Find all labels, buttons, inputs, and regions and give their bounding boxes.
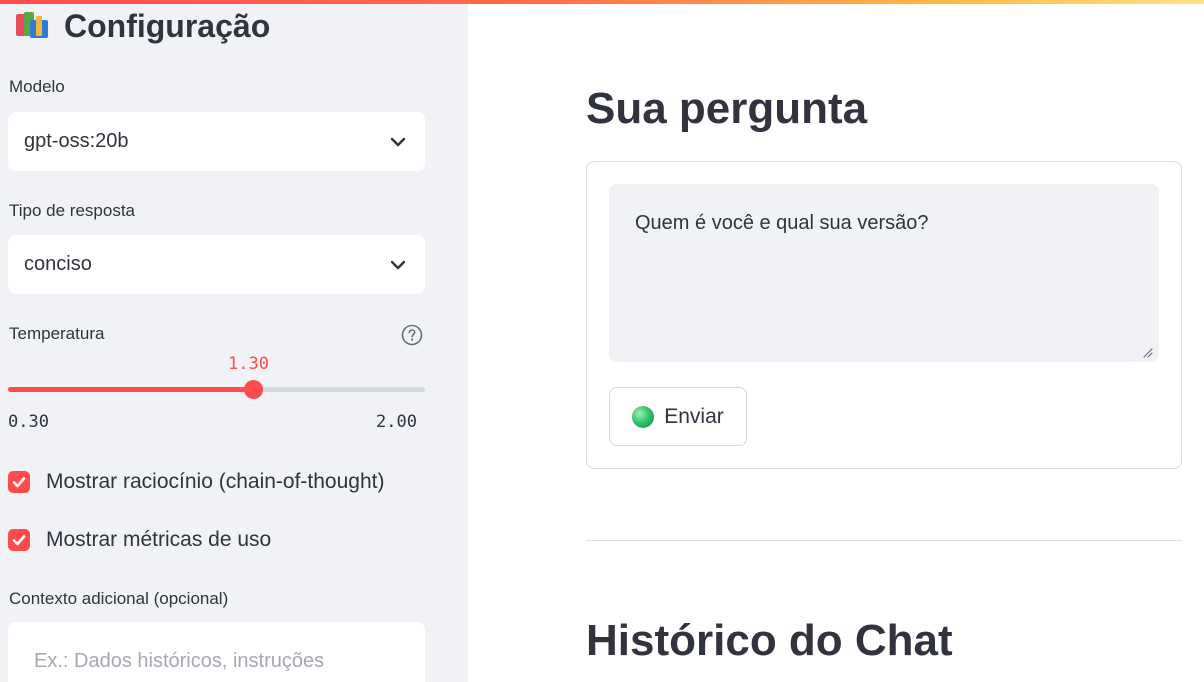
show-reasoning-checkbox[interactable]: Mostrar raciocínio (chain-of-thought)	[8, 470, 384, 494]
top-decoration-bar	[0, 0, 1204, 4]
checkmark-icon	[12, 535, 26, 546]
green-orb-icon	[632, 405, 655, 428]
context-label: Contexto adicional (opcional)	[9, 589, 229, 608]
model-select[interactable]: gpt-oss:20b	[8, 112, 425, 171]
temperature-label: Temperatura	[9, 324, 105, 343]
model-select-value: gpt-oss:20b	[24, 130, 129, 152]
books-icon	[14, 10, 52, 42]
divider	[586, 540, 1182, 541]
question-text: Quem é você e qual sua versão?	[635, 212, 929, 234]
response-type-select[interactable]: conciso	[8, 235, 425, 294]
temperature-slider-fill	[8, 387, 254, 392]
question-heading: Sua pergunta	[586, 84, 868, 133]
context-textarea[interactable]: Ex.: Dados históricos, instruções	[8, 622, 425, 682]
chevron-down-icon	[390, 260, 406, 269]
history-heading: Histórico do Chat	[586, 616, 953, 665]
help-icon[interactable]	[401, 324, 423, 346]
show-metrics-label: Mostrar métricas de uso	[46, 528, 272, 551]
show-reasoning-label: Mostrar raciocínio (chain-of-thought)	[46, 470, 385, 493]
temperature-value: 1.30	[228, 354, 269, 374]
temperature-slider-thumb[interactable]	[243, 380, 263, 399]
checkbox-checked[interactable]	[8, 529, 30, 551]
model-label: Modelo	[9, 77, 65, 96]
response-type-select-value: conciso	[24, 253, 92, 275]
send-button-label: Enviar	[664, 404, 724, 428]
checkbox-checked[interactable]	[8, 471, 30, 493]
temperature-max: 2.00	[376, 412, 417, 432]
context-placeholder: Ex.: Dados históricos, instruções	[34, 650, 325, 672]
response-type-label: Tipo de resposta	[9, 201, 135, 220]
sidebar-title-text: Configuração	[64, 7, 271, 44]
question-textarea[interactable]: Quem é você e qual sua versão?	[609, 184, 1159, 362]
temperature-min: 0.30	[8, 412, 49, 432]
main-content: Sua pergunta Quem é você e qual sua vers…	[468, 0, 1204, 682]
sidebar: Configuração Modelo gpt-oss:20b Tipo de …	[0, 0, 468, 682]
checkmark-icon	[12, 477, 26, 488]
temperature-slider-track[interactable]	[8, 387, 425, 392]
sidebar-title: Configuração	[14, 6, 270, 46]
chevron-down-icon	[390, 137, 406, 146]
show-metrics-checkbox[interactable]: Mostrar métricas de uso	[8, 528, 271, 552]
send-button[interactable]: Enviar	[609, 387, 747, 446]
resize-handle-icon[interactable]	[1141, 346, 1153, 358]
question-form: Quem é você e qual sua versão? Enviar	[586, 161, 1182, 469]
